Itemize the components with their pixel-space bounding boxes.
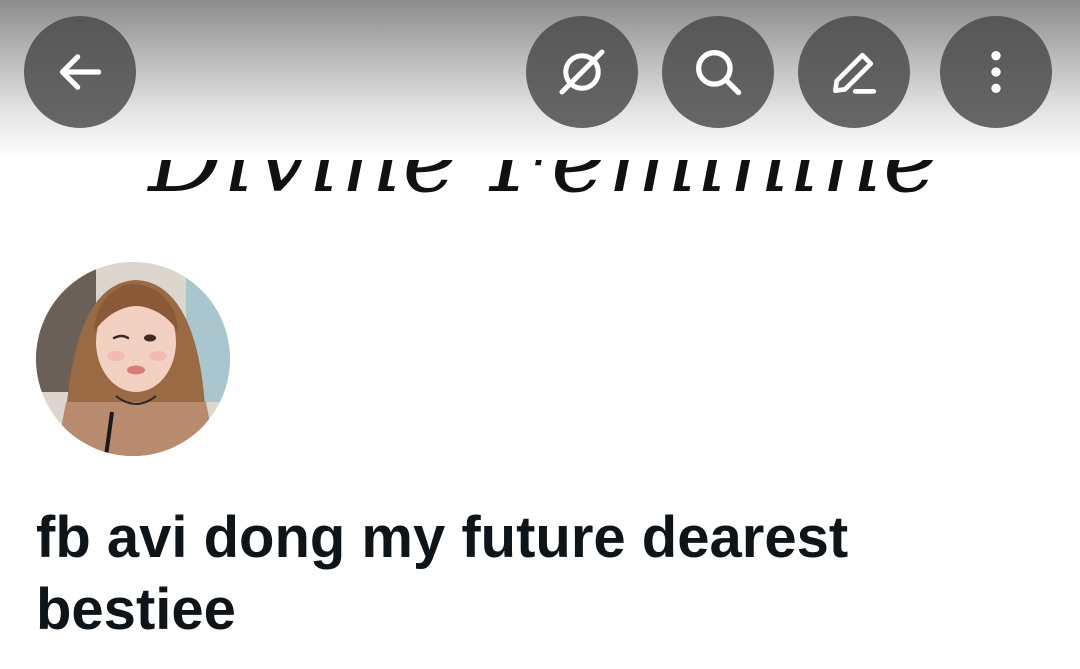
search-button[interactable] [662,16,774,128]
edit-pencil-icon [833,52,877,94]
edit-button[interactable] [798,16,910,128]
avatar[interactable] [36,262,230,456]
more-vertical-icon [991,51,1001,93]
more-options-button[interactable] [940,16,1052,128]
profile-display-name: fb avi dong my future dearest bestiee [36,505,849,642]
profile-screen: Divine Feminine [0,0,1080,669]
search-icon [696,50,742,96]
grok-button[interactable] [526,16,638,128]
grok-icon [559,49,605,95]
back-arrow-icon [59,54,102,90]
avatar-photo [36,262,230,456]
back-button[interactable] [24,16,136,128]
